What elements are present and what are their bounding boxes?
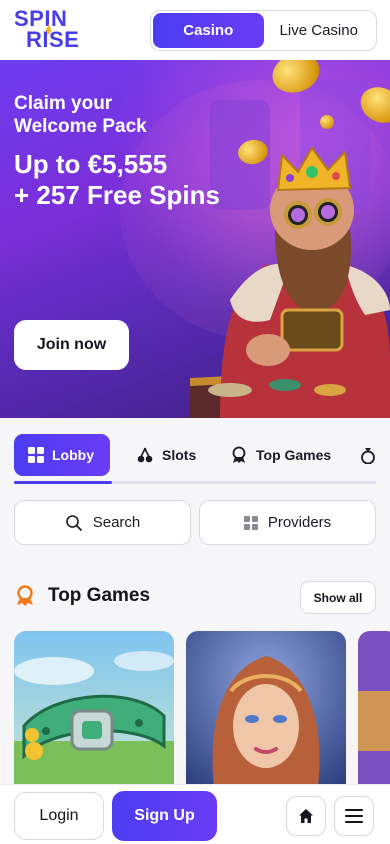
game-card-bracelet[interactable]	[14, 631, 174, 801]
game-thumbnail	[186, 631, 346, 801]
tab-slots-label: Slots	[162, 447, 197, 463]
login-button[interactable]: Login	[14, 792, 104, 840]
game-thumbnail	[14, 631, 174, 801]
hamburger-menu-icon	[345, 809, 363, 823]
search-label: Search	[92, 514, 141, 531]
tab-top-games[interactable]: Top Games	[216, 434, 345, 476]
banner-bonus: Up to €5,555 + 257 Free Spins	[14, 149, 244, 211]
category-scroll-indicator	[14, 481, 376, 484]
category-tabs: Lobby Slots Top Games	[0, 434, 390, 476]
top-header: SPIN RISE Casino Live Casino	[0, 0, 390, 60]
game-card-goddess[interactable]	[186, 631, 346, 801]
medal-icon	[17, 585, 33, 606]
home-icon	[299, 809, 313, 823]
bag-icon	[361, 448, 375, 464]
tab-lobby-label: Lobby	[52, 447, 94, 463]
cherries-icon	[137, 447, 153, 463]
bottom-navigation: Login Sign Up	[0, 784, 390, 844]
providers-button[interactable]: Providers	[199, 500, 376, 545]
top-games-heading: Top Games	[14, 585, 150, 607]
spinrise-logo[interactable]: SPIN RISE	[14, 8, 88, 52]
search-button[interactable]: Search	[14, 500, 191, 545]
scroll-indicator-fill	[14, 481, 112, 484]
home-button[interactable]	[286, 796, 326, 836]
tab-casino[interactable]: Casino	[153, 13, 264, 48]
tab-top-games-label: Top Games	[256, 447, 332, 463]
casino-mode-switch: Casino Live Casino	[150, 10, 377, 51]
welcome-banner[interactable]: Claim your Welcome Pack Up to €5,555 + 2…	[0, 60, 390, 418]
banner-headline: Claim your Welcome Pack	[14, 93, 147, 137]
menu-button[interactable]	[334, 796, 374, 836]
tab-more-partial[interactable]	[350, 434, 386, 476]
tab-lobby[interactable]: Lobby	[14, 434, 110, 476]
bonus-free-spins: + 257 Free Spins	[14, 180, 220, 210]
grid-icon	[28, 447, 44, 463]
providers-label: Providers	[267, 514, 332, 531]
providers-grid-icon	[243, 515, 258, 530]
tab-live-casino[interactable]: Live Casino	[264, 13, 375, 48]
top-games-title: Top Games	[48, 585, 151, 606]
medal-icon	[232, 446, 246, 463]
game-card-partial[interactable]	[358, 631, 390, 801]
tab-slots[interactable]: Slots	[122, 434, 210, 476]
search-icon	[65, 514, 82, 531]
casino-home-page: SPIN RISE Casino Live Casino Claim your …	[0, 0, 390, 844]
bonus-amount: Up to €5,555	[14, 149, 168, 179]
show-all-button[interactable]: Show all	[300, 581, 376, 614]
sign-up-button[interactable]: Sign Up	[112, 791, 217, 841]
logo-line-2: RISE	[26, 27, 80, 52]
join-now-button[interactable]: Join now	[14, 320, 129, 370]
gold-coin-decoration	[320, 115, 334, 129]
king-character-illustration	[190, 80, 390, 418]
game-thumbnail	[358, 631, 390, 801]
